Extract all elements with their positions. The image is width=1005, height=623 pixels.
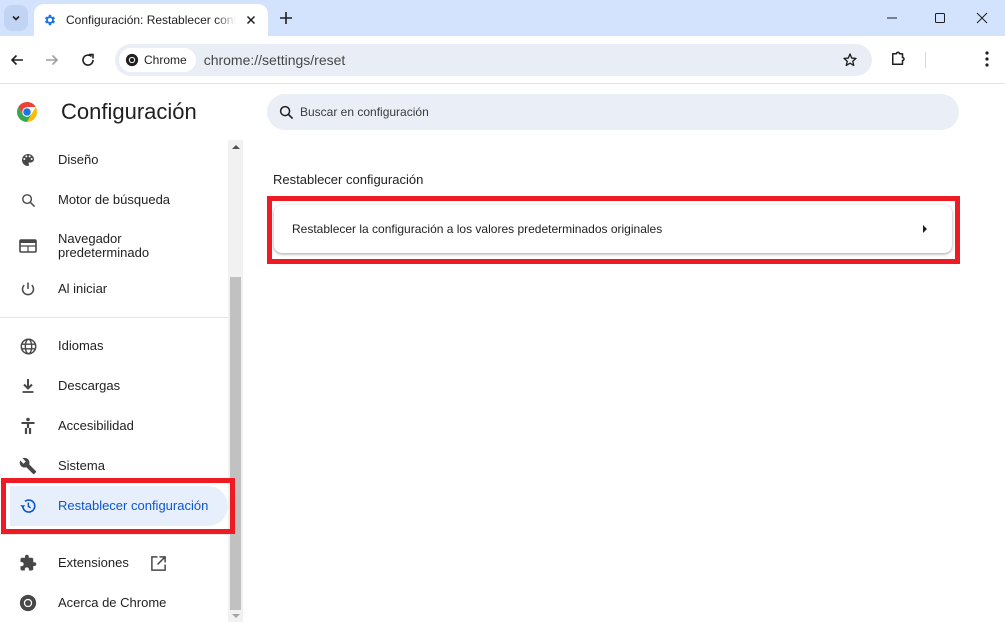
browser-menu-button[interactable] <box>980 48 994 70</box>
search-icon <box>18 190 38 210</box>
reload-button[interactable] <box>76 48 100 72</box>
minimize-button[interactable] <box>869 0 915 36</box>
sidebar-divider <box>0 317 228 318</box>
arrow-right-icon <box>46 54 59 66</box>
sidebar-item-label: Motor de búsqueda <box>58 192 171 207</box>
chrome-logo-icon <box>17 102 37 122</box>
restore-history-icon <box>18 496 38 516</box>
toolbar-divider <box>925 52 926 68</box>
settings-page: Configuración Diseño Motor de búsqueda N… <box>0 85 1005 622</box>
sidebar-item-system[interactable]: Sistema <box>0 446 230 486</box>
title-bar: Configuración: Restablecer configuración <box>0 0 1005 36</box>
reset-to-defaults-row[interactable]: Restablecer la configuración a los valor… <box>274 205 952 253</box>
sidebar-item-reset-settings[interactable]: Restablecer configuración <box>10 486 228 526</box>
minimize-icon <box>887 17 897 19</box>
browser-tab-settings[interactable]: Configuración: Restablecer configuración <box>34 4 268 36</box>
tab-search-button[interactable] <box>4 5 28 31</box>
forward-button[interactable] <box>40 48 64 72</box>
page-title: Configuración <box>61 99 197 124</box>
sidebar-item-label: Diseño <box>58 152 99 167</box>
sidebar-item-label: Accesibilidad <box>58 418 134 433</box>
browser-window-icon <box>18 236 38 256</box>
maximize-button[interactable] <box>917 0 963 36</box>
sidebar-item-languages[interactable]: Idiomas <box>0 326 230 366</box>
sidebar-item-label: Sistema <box>58 458 105 473</box>
sidebar-item-label: Acerca de Chrome <box>58 595 167 610</box>
bookmark-star-button[interactable] <box>842 52 858 68</box>
accessibility-icon <box>18 416 38 436</box>
site-chip-label: Chrome <box>144 53 187 67</box>
sidebar-divider <box>0 534 228 535</box>
sidebar-item-appearance[interactable]: Diseño <box>0 140 230 180</box>
sidebar-item-extensions[interactable]: Extensiones <box>0 543 230 583</box>
maximize-icon <box>935 13 945 23</box>
reset-row-label: Restablecer la configuración a los valor… <box>292 222 663 236</box>
arrow-right-icon <box>923 225 927 233</box>
sidebar-item-label: Al iniciar <box>58 281 108 296</box>
chrome-icon <box>125 53 139 67</box>
extensions-button[interactable] <box>887 48 909 70</box>
section-title: Restablecer configuración <box>273 172 424 187</box>
more-vertical-icon <box>985 51 989 67</box>
sidebar-item-label: Idiomas <box>58 338 104 353</box>
chevron-down-icon <box>12 15 20 21</box>
globe-icon <box>18 336 38 356</box>
new-tab-button[interactable] <box>276 8 296 28</box>
sidebar-scrollbar[interactable] <box>228 140 243 622</box>
settings-search[interactable] <box>267 94 959 130</box>
open-in-new-icon <box>150 555 167 572</box>
sidebar-item-label: Descargas <box>58 378 121 393</box>
scroll-up-arrow-icon[interactable] <box>232 145 240 149</box>
scrollbar-thumb[interactable] <box>230 277 241 610</box>
puzzle-icon <box>892 51 905 65</box>
plus-icon <box>280 12 292 24</box>
sidebar-item-accessibility[interactable]: Accesibilidad <box>0 406 230 446</box>
address-bar[interactable]: Chrome chrome://settings/reset <box>115 44 872 76</box>
sidebar-item-downloads[interactable]: Descargas <box>0 366 230 406</box>
scroll-down-arrow-icon[interactable] <box>232 614 240 618</box>
chrome-icon <box>18 593 38 613</box>
sidebar-item-on-startup[interactable]: Al iniciar <box>0 269 230 309</box>
sidebar-item-label: Restablecer configuración <box>58 498 209 513</box>
tab-title: Configuración: Restablecer configuración <box>66 13 236 27</box>
url-text[interactable]: chrome://settings/reset <box>204 52 346 68</box>
close-icon <box>976 12 988 24</box>
arrow-left-icon <box>10 54 23 66</box>
window-close-button[interactable] <box>959 0 1005 36</box>
sidebar-item-label: Extensiones <box>58 555 129 570</box>
wrench-icon <box>18 456 38 476</box>
search-icon <box>279 105 294 119</box>
settings-sidebar: Diseño Motor de búsqueda Navegador prede… <box>0 140 244 622</box>
puzzle-icon <box>18 553 38 573</box>
settings-gear-icon <box>43 13 57 27</box>
site-info-chip[interactable]: Chrome <box>119 48 196 72</box>
settings-search-input[interactable] <box>300 105 900 119</box>
tab-close-button[interactable] <box>244 13 258 27</box>
sidebar-item-search-engine[interactable]: Motor de búsqueda <box>0 180 230 220</box>
reload-icon <box>82 53 94 66</box>
back-button[interactable] <box>5 48 29 72</box>
sidebar-item-label: Navegador predeterminado <box>58 231 150 260</box>
browser-toolbar: Chrome chrome://settings/reset <box>0 36 1005 84</box>
power-icon <box>18 279 38 299</box>
sidebar-item-about-chrome[interactable]: Acerca de Chrome <box>0 583 230 623</box>
palette-icon <box>18 150 38 170</box>
star-icon <box>843 53 857 67</box>
sidebar-item-default-browser[interactable]: Navegador predeterminado <box>0 224 230 268</box>
close-icon <box>246 15 256 25</box>
download-icon <box>18 376 38 396</box>
